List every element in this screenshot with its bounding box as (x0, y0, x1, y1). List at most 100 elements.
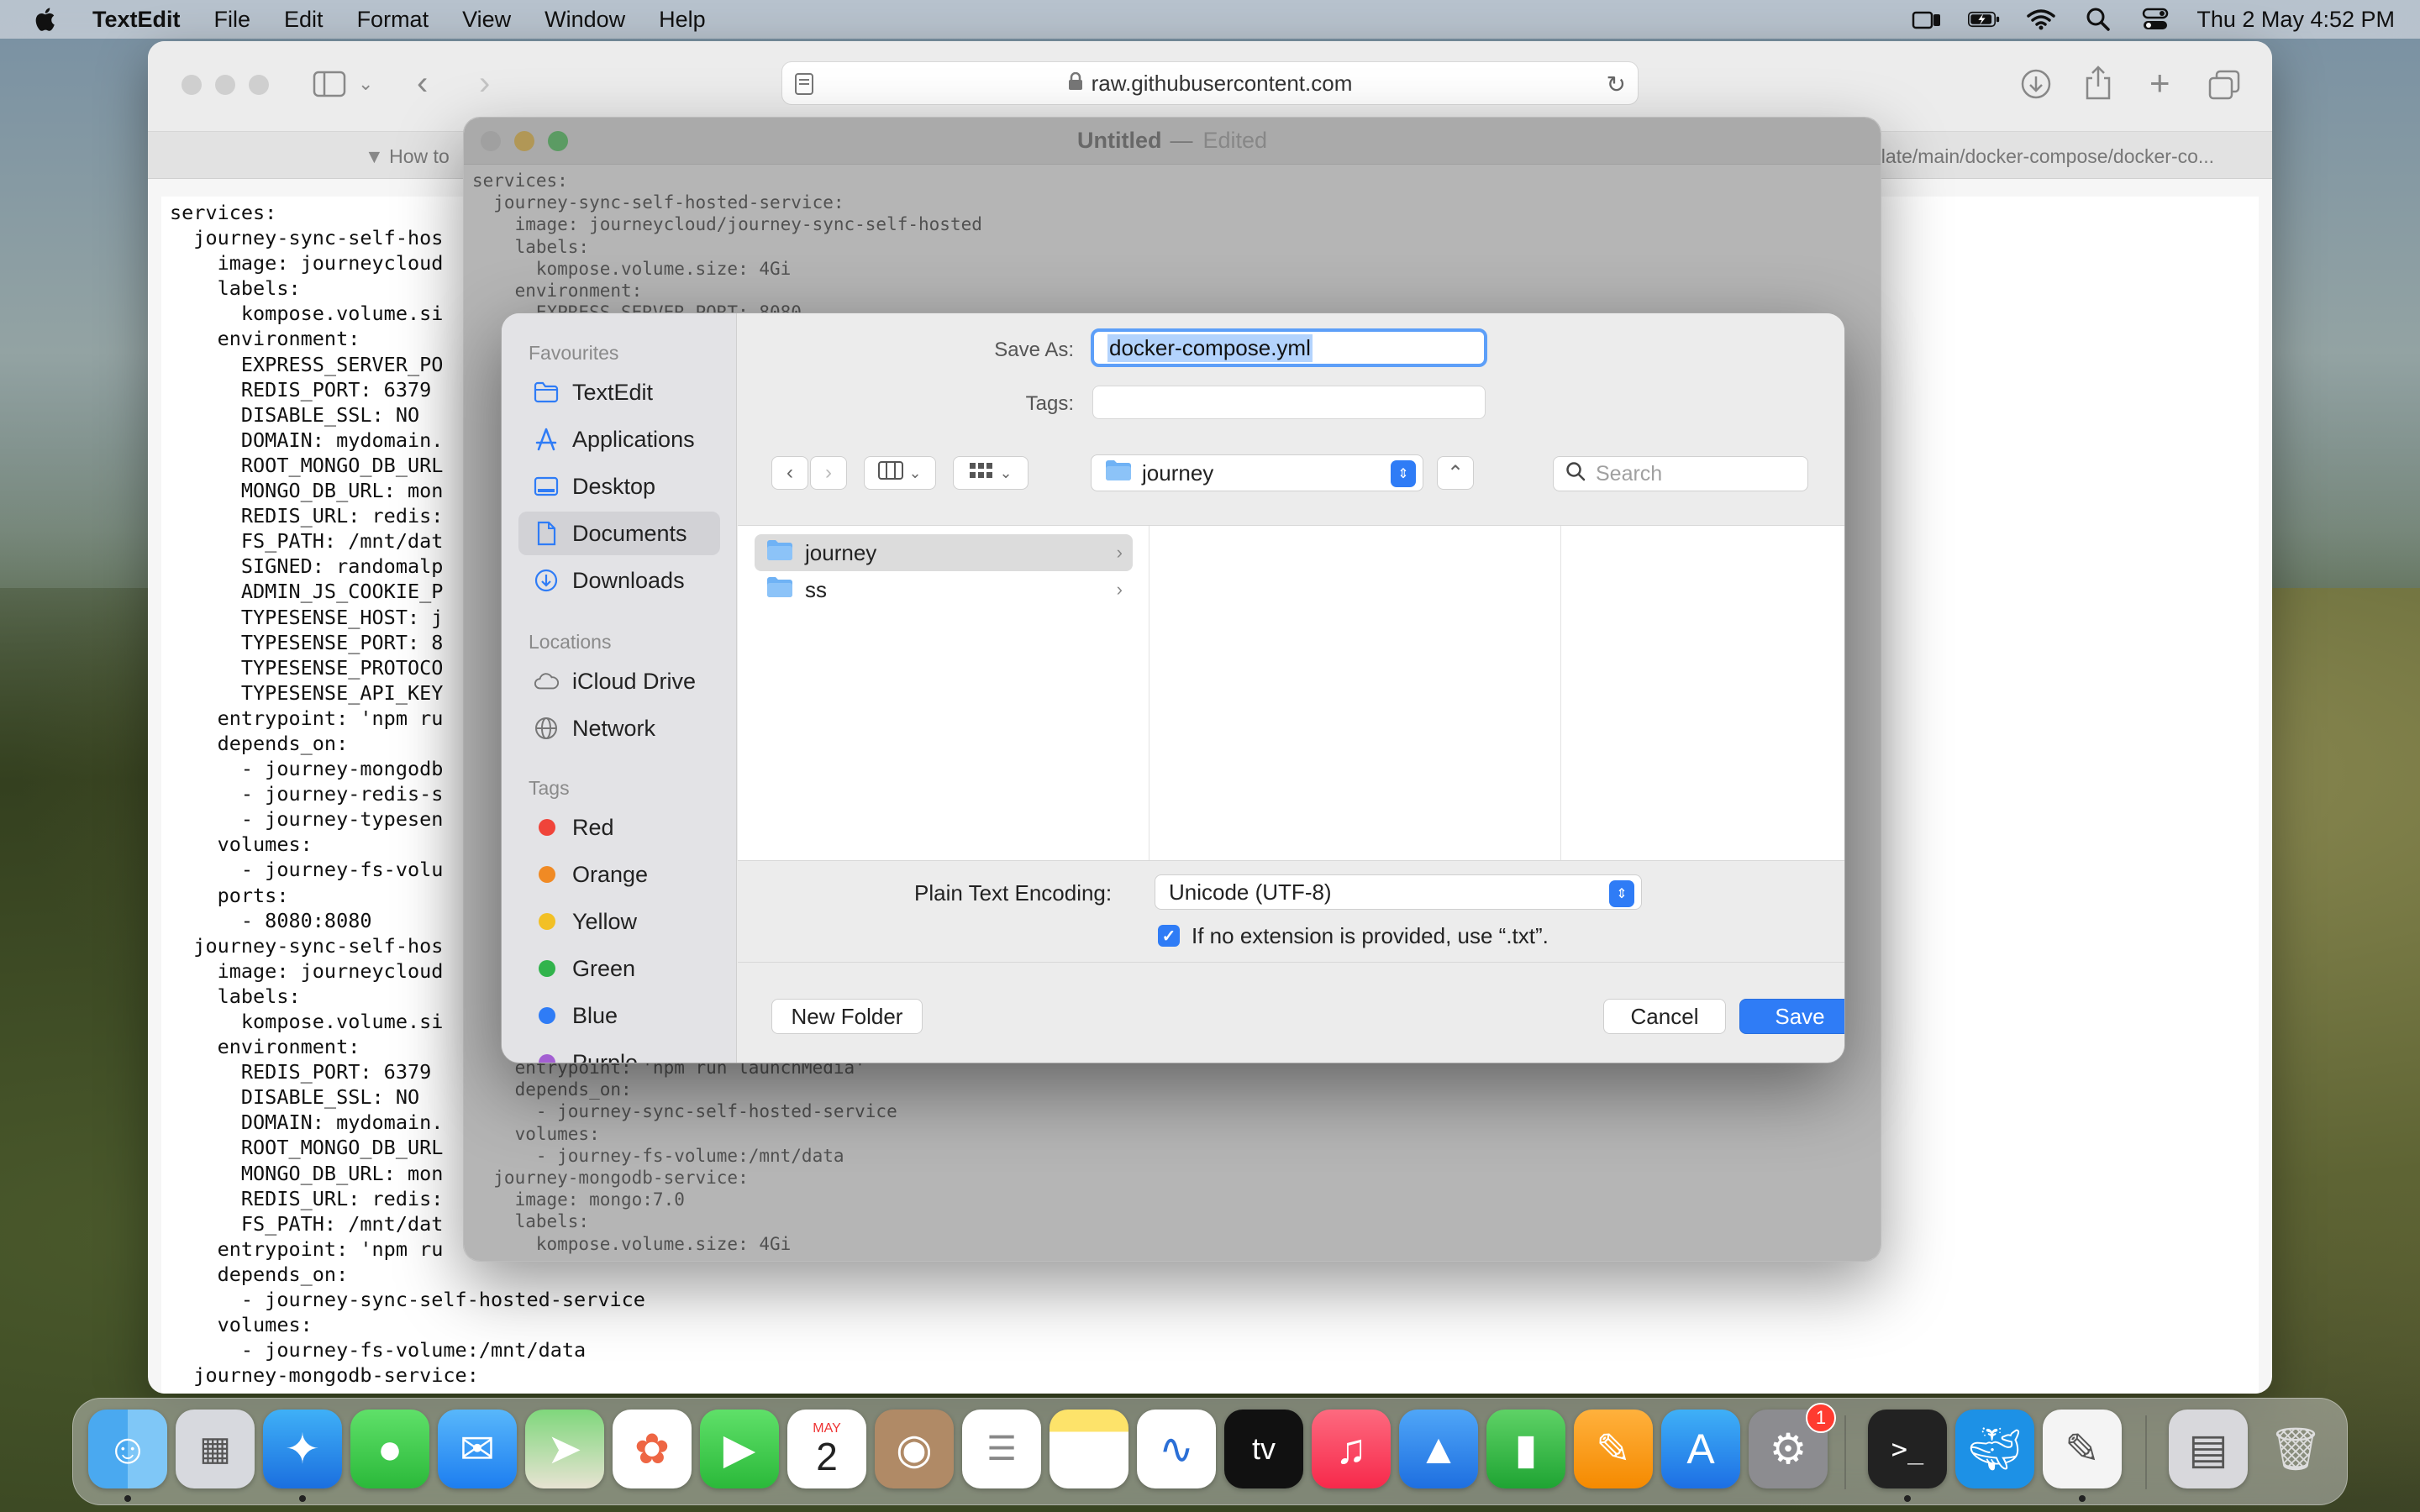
tab-docker-compose[interactable]: plate/main/docker-compose/docker-co... (1870, 145, 2214, 168)
menu-bar-clock[interactable]: Thu 2 May 4:52 PM (2196, 7, 2395, 33)
finder-icon[interactable]: ☺ (88, 1410, 167, 1488)
new-folder-button[interactable]: New Folder (771, 999, 923, 1034)
sidebar-tag-red[interactable]: Red (518, 806, 720, 849)
stage-manager-icon[interactable] (1911, 7, 1943, 32)
calendar-day: 2 (816, 1435, 838, 1478)
folder-icon (766, 539, 793, 567)
popup-stepper-icon: ⇕ (1609, 880, 1634, 907)
sidebar-item-icloud-drive[interactable]: iCloud Drive (518, 659, 720, 703)
chevron-down-icon[interactable]: ⌄ (358, 73, 373, 95)
trash-icon[interactable]: 🗑︎ (2256, 1410, 2335, 1488)
downloads-stack-icon[interactable]: ▤ (2169, 1410, 2248, 1488)
freeform-icon[interactable]: ∿ (1137, 1410, 1216, 1488)
forward-icon[interactable]: › (479, 65, 490, 102)
sidebar-item-applications[interactable]: Applications (518, 417, 720, 461)
sidebar-item-desktop[interactable]: Desktop (518, 465, 720, 508)
sidebar-item-label: Green (572, 955, 636, 981)
textedit-body[interactable]: services: journey-sync-self-hosted-servi… (464, 165, 1881, 1254)
location-label: journey (1142, 459, 1214, 486)
spotlight-search-icon[interactable] (2082, 7, 2114, 32)
close-button[interactable] (182, 75, 202, 95)
apple-tv-icon[interactable]: tv (1224, 1410, 1303, 1488)
minimize-button[interactable] (215, 75, 235, 95)
sidebar-tag-green[interactable]: Green (518, 947, 720, 990)
search-placeholder: Search (1596, 461, 1663, 486)
tab-how-to[interactable]: ▼ How to (365, 145, 450, 168)
column-view-button[interactable]: ⌄ (864, 456, 936, 490)
keynote-icon[interactable]: ▲ (1399, 1410, 1478, 1488)
menu-view[interactable]: View (462, 7, 511, 33)
group-by-button[interactable]: ⌄ (953, 456, 1028, 490)
sidebar-item-documents[interactable]: Documents (518, 512, 720, 555)
launchpad-icon[interactable]: ▦ (176, 1410, 255, 1488)
sidebar-item-downloads[interactable]: Downloads (518, 559, 720, 602)
encoding-popup[interactable]: Unicode (UTF-8) ⇕ (1155, 874, 1642, 910)
sidebar-tag-blue[interactable]: Blue (518, 994, 720, 1037)
app-store-icon[interactable]: A (1661, 1410, 1740, 1488)
safari-icon[interactable]: ✦ (263, 1410, 342, 1488)
textedit-window-controls (481, 131, 568, 151)
close-button[interactable] (481, 131, 501, 151)
search-field[interactable]: Search (1553, 456, 1808, 491)
system-settings-icon[interactable]: ⚙ 1 (1749, 1403, 1836, 1488)
battery-icon[interactable] (1968, 7, 2000, 32)
wifi-icon[interactable] (2025, 7, 2057, 32)
browser-column-2 (1150, 526, 1561, 860)
mail-icon[interactable]: ✉ (438, 1410, 517, 1488)
menu-edit[interactable]: Edit (284, 7, 324, 33)
control-center-icon[interactable] (2139, 7, 2171, 32)
sidebar-item-textedit[interactable]: TextEdit (518, 370, 720, 414)
minimize-button[interactable] (514, 131, 534, 151)
messages-icon[interactable]: ● (350, 1410, 429, 1488)
facetime-icon[interactable]: ▶ (700, 1410, 779, 1488)
location-popup[interactable]: journey ⇕ (1091, 454, 1423, 491)
apple-logo-icon[interactable] (32, 5, 60, 34)
reload-icon[interactable]: ↻ (1607, 71, 1626, 98)
pages-icon[interactable]: ✎ (1574, 1410, 1653, 1488)
menu-format[interactable]: Format (357, 7, 429, 33)
menu-app-name[interactable]: TextEdit (92, 7, 181, 33)
file-row-journey[interactable]: journey › (755, 534, 1133, 571)
extension-checkbox[interactable]: ✓ (1158, 925, 1180, 947)
collapse-button[interactable]: ⌃ (1437, 456, 1474, 490)
download-icon (534, 568, 559, 593)
zoom-button[interactable] (548, 131, 568, 151)
forward-button[interactable]: › (810, 456, 847, 490)
sidebar-toggle-icon[interactable] (313, 70, 346, 102)
dock-separator (2145, 1415, 2147, 1489)
back-button[interactable]: ‹ (771, 456, 808, 490)
save-as-input[interactable]: docker-compose.yml (1091, 328, 1487, 367)
tags-input[interactable] (1092, 386, 1486, 419)
sidebar-item-network[interactable]: Network (518, 706, 720, 750)
menu-window[interactable]: Window (544, 7, 625, 33)
sidebar-tag-yellow[interactable]: Yellow (518, 900, 720, 943)
menu-help[interactable]: Help (659, 7, 706, 33)
maps-icon[interactable]: ➤ (525, 1410, 604, 1488)
sidebar-item-label: TextEdit (572, 379, 654, 405)
tab-overview-icon[interactable] (2208, 70, 2240, 104)
sidebar-tag-purple[interactable]: Purple (518, 1041, 720, 1063)
share-icon[interactable] (2084, 65, 2112, 104)
contacts-icon[interactable]: ◉ (875, 1410, 954, 1488)
globe-icon (534, 716, 559, 741)
numbers-icon[interactable]: ▮ (1486, 1410, 1565, 1488)
notes-icon[interactable] (1050, 1410, 1128, 1488)
zoom-button[interactable] (249, 75, 269, 95)
sidebar-tag-orange[interactable]: Orange (518, 853, 720, 896)
back-icon[interactable]: ‹ (417, 65, 428, 102)
terminal-icon[interactable]: >_ (1868, 1410, 1947, 1488)
file-row-ss[interactable]: ss › (755, 571, 1133, 608)
reminders-icon[interactable]: ☰ (962, 1410, 1041, 1488)
menu-file[interactable]: File (214, 7, 251, 33)
address-bar[interactable]: raw.githubusercontent.com ↻ (781, 61, 1639, 105)
music-icon[interactable]: ♫ (1312, 1410, 1391, 1488)
sidebar-item-label: Yellow (572, 908, 638, 934)
calendar-icon[interactable]: MAY 2 (787, 1410, 866, 1488)
new-tab-icon[interactable]: + (2149, 63, 2170, 103)
downloads-icon[interactable] (2020, 68, 2052, 104)
photos-icon[interactable]: ✿ (613, 1410, 692, 1488)
cancel-button[interactable]: Cancel (1603, 999, 1726, 1034)
textedit-icon[interactable]: ✎ (2043, 1410, 2122, 1488)
save-button[interactable]: Save (1739, 999, 1844, 1034)
docker-icon[interactable]: 🐳︎ (1955, 1410, 2034, 1488)
